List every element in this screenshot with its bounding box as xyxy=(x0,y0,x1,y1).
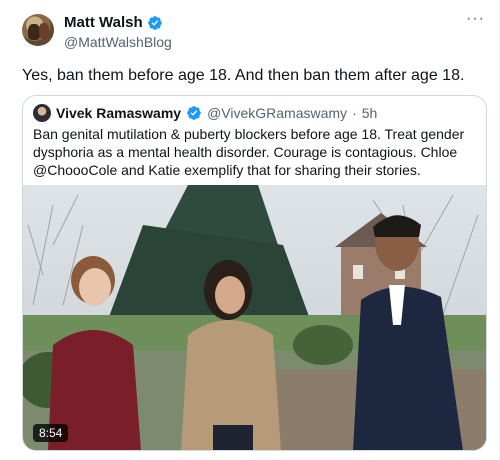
quoted-timestamp[interactable]: 5h xyxy=(362,105,378,121)
video-duration: 8:54 xyxy=(33,424,69,442)
tweet-author[interactable]: Matt Walsh @MattWalshBlog xyxy=(64,14,172,50)
quoted-author-avatar[interactable] xyxy=(33,104,51,122)
author-handle[interactable]: @MattWalshBlog xyxy=(64,34,172,50)
verified-badge-icon xyxy=(147,15,163,31)
video-thumbnail xyxy=(23,185,486,450)
author-display-name[interactable]: Matt Walsh xyxy=(64,14,143,31)
quoted-author-name[interactable]: Vivek Ramaswamy xyxy=(56,105,181,121)
tweet-text: Yes, ban them before age 18. And then ba… xyxy=(22,67,465,84)
quoted-tweet[interactable]: Vivek Ramaswamy @VivekGRamaswamy · 5h Ba… xyxy=(22,95,487,451)
tweet: Matt Walsh @MattWalshBlog ··· Yes, ban t… xyxy=(0,0,500,460)
quoted-author-handle[interactable]: @VivekGRamaswamy xyxy=(207,105,347,121)
dot-separator: · xyxy=(352,105,357,121)
quoted-tweet-header: Vivek Ramaswamy @VivekGRamaswamy · 5h xyxy=(33,104,377,122)
avatar[interactable] xyxy=(22,14,54,46)
quoted-tweet-text: Ban genital mutilation & puberty blocker… xyxy=(33,126,465,178)
more-icon[interactable]: ··· xyxy=(466,11,485,27)
quoted-verified-badge-icon xyxy=(186,105,202,121)
video-player[interactable]: 8:54 xyxy=(23,185,486,450)
